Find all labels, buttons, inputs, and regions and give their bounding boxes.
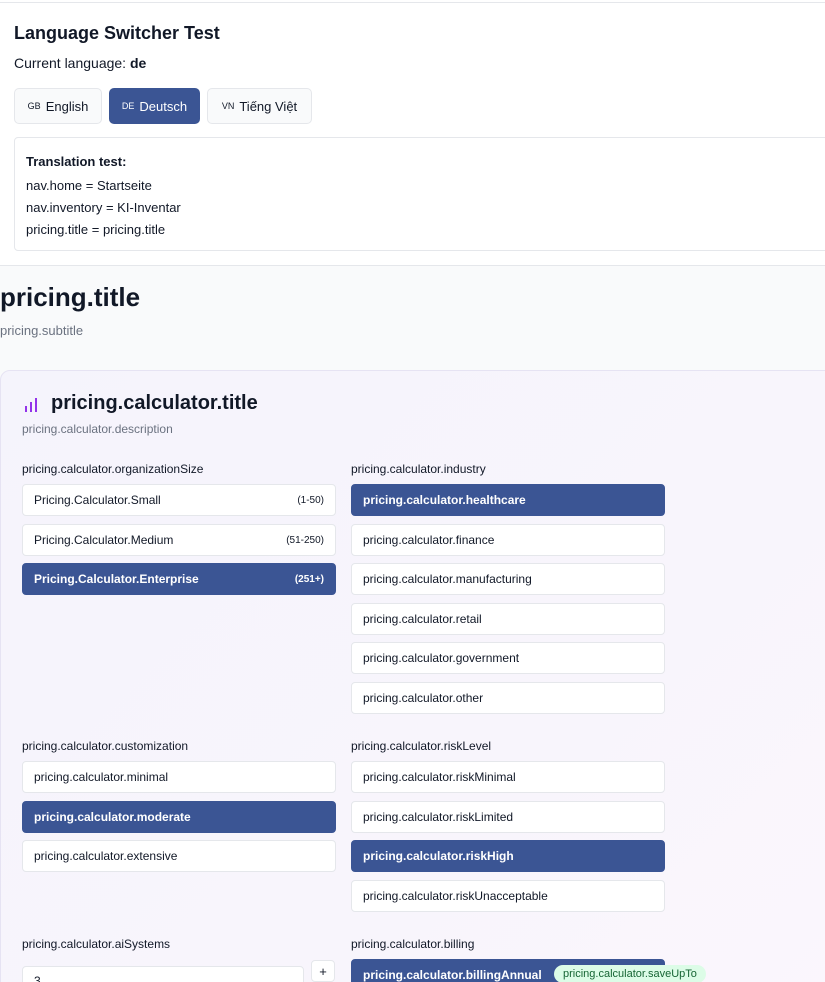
risk-option-minimal[interactable]: pricing.calculator.riskMinimal <box>351 761 665 793</box>
option-range: (251+) <box>294 573 324 585</box>
option-label: Pricing.Calculator.Enterprise <box>34 572 199 586</box>
calculator-title: pricing.calculator.title <box>51 392 258 414</box>
translation-line: nav.inventory = KI-Inventar <box>26 200 181 215</box>
language-button-english[interactable]: GB English <box>14 88 102 124</box>
language-label: Deutsch <box>139 98 188 114</box>
bar-chart-icon <box>25 398 37 412</box>
org-size-option-enterprise[interactable]: Pricing.Calculator.Enterprise (251+) <box>22 563 336 595</box>
customization-option-minimal[interactable]: pricing.calculator.minimal <box>22 761 336 793</box>
industry-option-finance[interactable]: pricing.calculator.finance <box>351 524 665 556</box>
industry-option-manufacturing[interactable]: pricing.calculator.manufacturing <box>351 563 665 595</box>
risk-option-high[interactable]: pricing.calculator.riskHigh <box>351 840 665 872</box>
industry-label: pricing.calculator.industry <box>351 462 486 476</box>
customization-option-extensive[interactable]: pricing.calculator.extensive <box>22 840 336 872</box>
pricing-title: pricing.title <box>0 282 141 312</box>
language-switcher-panel: Language Switcher Test Current language:… <box>0 2 825 266</box>
current-language-value: de <box>129 55 147 71</box>
industry-option-government[interactable]: pricing.calculator.government <box>351 642 665 674</box>
option-range: (51-250) <box>286 534 324 546</box>
billing-option-annual[interactable]: pricing.calculator.billingAnnual pricing… <box>351 959 706 982</box>
language-label: English <box>45 98 89 114</box>
industry-option-healthcare[interactable]: pricing.calculator.healthcare <box>351 484 665 516</box>
pricing-calculator-card: pricing.calculator.title pricing.calcula… <box>0 370 825 982</box>
ai-systems-input[interactable] <box>22 966 304 982</box>
increment-button[interactable]: + <box>311 960 335 982</box>
current-language-label: Current language: <box>14 55 127 71</box>
translation-line: nav.home = Startseite <box>26 178 152 193</box>
industry-option-retail[interactable]: pricing.calculator.retail <box>351 603 665 635</box>
language-button-deutsch[interactable]: DE Deutsch <box>109 88 200 124</box>
flag-gb-icon: GB <box>27 101 41 111</box>
billing-label: pricing.calculator.billing <box>351 937 475 951</box>
customization-label: pricing.calculator.customization <box>22 739 189 753</box>
switcher-title: Language Switcher Test <box>14 23 220 43</box>
ai-systems-label: pricing.calculator.aiSystems <box>22 937 171 951</box>
option-label: Pricing.Calculator.Medium <box>34 533 174 547</box>
industry-option-other[interactable]: pricing.calculator.other <box>351 682 665 714</box>
customization-option-moderate[interactable]: pricing.calculator.moderate <box>22 801 336 833</box>
org-size-option-small[interactable]: Pricing.Calculator.Small (1-50) <box>22 484 336 516</box>
risk-level-label: pricing.calculator.riskLevel <box>351 739 492 753</box>
language-label: Tiếng Việt <box>239 98 298 114</box>
language-button-vietnamese[interactable]: VN Tiếng Việt <box>207 88 312 124</box>
pricing-subtitle: pricing.subtitle <box>0 323 84 338</box>
translation-line: pricing.title = pricing.title <box>26 222 166 237</box>
organization-size-label: pricing.calculator.organizationSize <box>22 462 204 476</box>
save-badge: pricing.calculator.saveUpTo <box>554 965 706 982</box>
risk-option-unacceptable[interactable]: pricing.calculator.riskUnacceptable <box>351 880 665 912</box>
translation-test-box: Translation test: nav.home = Startseite … <box>14 137 825 251</box>
calculator-description: pricing.calculator.description <box>22 422 173 436</box>
translation-test-heading: Translation test: <box>26 154 127 169</box>
org-size-option-medium[interactable]: Pricing.Calculator.Medium (51-250) <box>22 524 336 556</box>
option-label: Pricing.Calculator.Small <box>34 493 161 507</box>
risk-option-limited[interactable]: pricing.calculator.riskLimited <box>351 801 665 833</box>
pricing-section: pricing.title pricing.subtitle pricing.c… <box>0 266 825 982</box>
option-label: pricing.calculator.billingAnnual <box>363 968 542 982</box>
flag-vn-icon: VN <box>221 101 235 111</box>
current-language: Current language: de <box>14 55 146 71</box>
flag-de-icon: DE <box>121 101 135 111</box>
option-range: (1-50) <box>297 494 324 506</box>
